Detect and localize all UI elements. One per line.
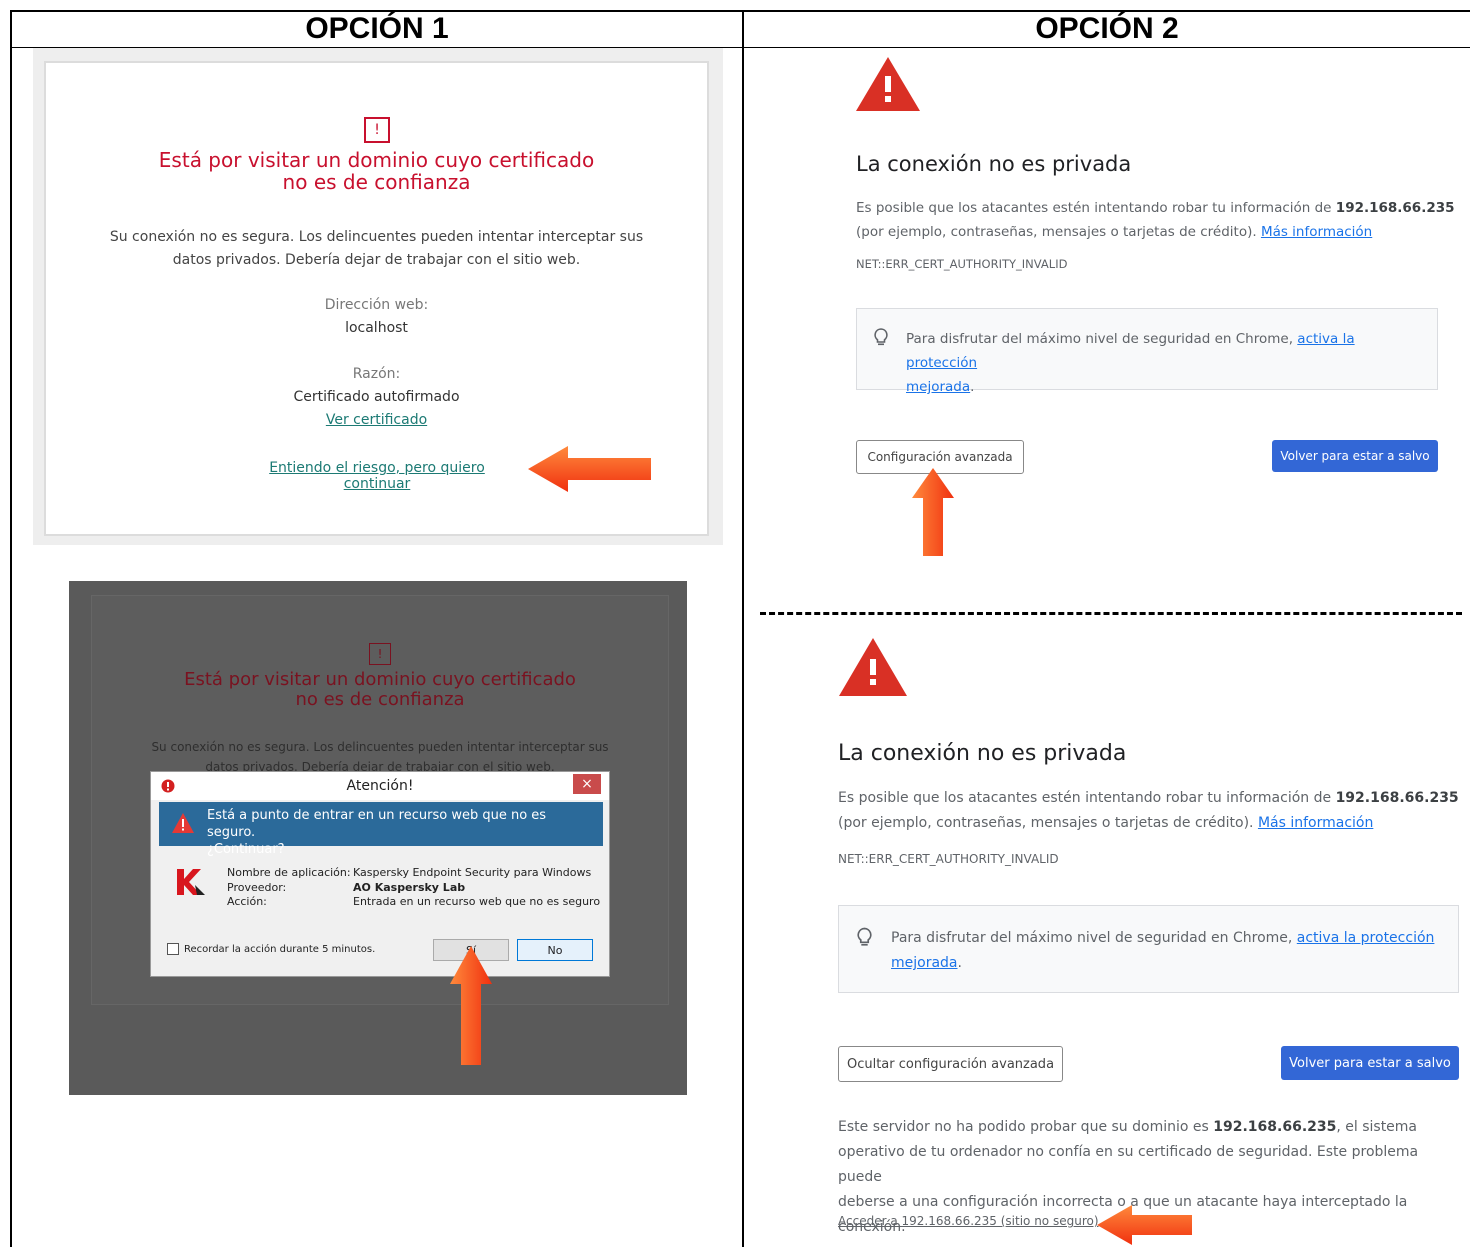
- detail-text: Este servidor no ha podido probar que su…: [838, 1119, 1214, 1135]
- error-code: NET::ERR_CERT_AUTHORITY_INVALID: [856, 257, 1068, 271]
- enhanced-protection-link-2[interactable]: mejorada: [891, 955, 958, 971]
- dialog-info-values: Kaspersky Endpoint Security para Windows…: [353, 866, 603, 910]
- body-text-2: (por ejemplo, contraseñas, mensajes o ta…: [856, 224, 1261, 240]
- detail-text-end: , el sistema: [1336, 1119, 1418, 1135]
- provider-value: AO Kaspersky Lab: [353, 880, 466, 894]
- detail-host: 192.168.66.235: [1213, 1119, 1337, 1135]
- proceed-unsafe-link[interactable]: Acceder a 192.168.66.235 (sitio no segur…: [838, 1214, 1099, 1228]
- kaspersky-title-line1: Está por visitar un dominio cuyo certifi…: [158, 148, 595, 172]
- enhanced-protection-text: Para disfrutar del máximo nivel de segur…: [891, 926, 1451, 976]
- body-text: Es posible que los atacantes estén inten…: [856, 200, 1336, 216]
- continue-anyway-link[interactable]: Entiendo el riesgo, pero quiero continua…: [236, 460, 518, 492]
- app-name-value: Kaspersky Endpoint Security para Windows: [353, 866, 592, 879]
- body-text-2: (por ejemplo, contraseñas, mensajes o ta…: [838, 815, 1258, 831]
- exclamation-icon: !: [364, 117, 390, 143]
- option2-header: OPCIÓN 2: [1035, 12, 1179, 45]
- web-address-value: localhost: [345, 320, 408, 336]
- tip-end: .: [957, 955, 962, 971]
- dimmed-title-line1: Está por visitar un dominio cuyo certifi…: [184, 669, 576, 690]
- no-button[interactable]: No: [517, 939, 593, 961]
- dialog-title: Atención!: [346, 778, 414, 794]
- frame-middle: [742, 10, 744, 1247]
- dialog-banner-line1: Está a punto de entrar en un recurso web…: [207, 808, 547, 840]
- back-to-safety-button[interactable]: Volver para estar a salvo: [1272, 440, 1438, 472]
- dialog-warning-banner: Está a punto de entrar en un recurso web…: [159, 802, 603, 857]
- reason-label: Razón:: [352, 366, 401, 382]
- enhanced-protection-text: Para disfrutar del máximo nivel de segur…: [906, 327, 1426, 399]
- lightbulb-icon: [857, 927, 872, 946]
- warning-triangle-icon: [839, 638, 907, 696]
- reason-value: Certificado autofirmado: [293, 389, 460, 405]
- dimmed-body-line1: Su conexión no es segura. Los delincuent…: [151, 740, 609, 754]
- section-divider: [760, 612, 1462, 615]
- arrow-up-icon: [450, 946, 492, 1065]
- enhanced-protection-link[interactable]: activa la protección: [1297, 930, 1435, 946]
- body-text: Es posible que los atacantes estén inten…: [838, 790, 1336, 806]
- remember-label: Recordar la acción durante 5 minutos.: [184, 944, 376, 955]
- warning-triangle-icon: [172, 813, 194, 833]
- page-title: La conexión no es privada: [838, 741, 1127, 766]
- app-name-label: Nombre de aplicación:: [227, 866, 351, 879]
- kaspersky-body-line1: Su conexión no es segura. Los delincuent…: [109, 229, 644, 245]
- back-to-safety-button[interactable]: Volver para estar a salvo: [1281, 1046, 1459, 1080]
- exclamation-icon: !: [369, 643, 391, 665]
- warning-triangle-icon: [856, 57, 920, 111]
- tip-end: .: [970, 379, 975, 395]
- kaspersky-body-line2: datos privados. Debería dejar de trabaja…: [172, 252, 581, 268]
- detail-line2: operativo de tu ordenador no confía en s…: [838, 1144, 1419, 1185]
- dialog-close-button[interactable]: ×: [573, 774, 601, 794]
- view-certificate-link[interactable]: Ver certificado: [44, 412, 709, 428]
- more-info-link[interactable]: Más información: [1261, 224, 1372, 240]
- action-label: Acción:: [227, 895, 267, 908]
- option1-header: OPCIÓN 1: [305, 12, 449, 45]
- error-code: NET::ERR_CERT_AUTHORITY_INVALID: [838, 852, 1059, 866]
- dimmed-title-line2: no es de confianza: [295, 689, 465, 710]
- kaspersky-title-line2: no es de confianza: [282, 170, 471, 194]
- privacy-warning-text: Es posible que los atacantes estén inten…: [856, 196, 1456, 244]
- host-name: 192.168.66.235: [1335, 790, 1459, 806]
- arrow-up-icon: [912, 468, 954, 556]
- action-value: Entrada en un recurso web que no es segu…: [353, 895, 601, 908]
- dialog-info-labels: Nombre de aplicación: Proveedor: Acción:: [227, 866, 351, 910]
- web-address-label: Dirección web:: [324, 297, 429, 313]
- frame-left: [10, 10, 12, 1247]
- host-name: 192.168.66.235: [1335, 200, 1455, 216]
- tip-text: Para disfrutar del máximo nivel de segur…: [906, 331, 1298, 347]
- arrow-left-icon: [528, 446, 651, 492]
- provider-label: Proveedor:: [227, 880, 287, 894]
- dimmed-body-line2: datos privados. Debería dejar de trabaja…: [205, 760, 555, 771]
- privacy-warning-text: Es posible que los atacantes estén inten…: [838, 786, 1463, 836]
- kaspersky-logo-icon: [177, 869, 205, 895]
- lightbulb-icon: [874, 328, 888, 346]
- enhanced-protection-link-2[interactable]: mejorada: [906, 379, 970, 395]
- dialog-banner-text: Está a punto de entrar en un recurso web…: [207, 807, 597, 858]
- remember-checkbox[interactable]: [167, 943, 179, 955]
- tip-text: Para disfrutar del máximo nivel de segur…: [891, 930, 1297, 946]
- arrow-left-icon: [1097, 1205, 1192, 1245]
- kaspersky-alert-dialog: Atención! × Está a punto de entrar en un…: [150, 771, 610, 977]
- dialog-banner-line2: ¿Continuar?: [207, 842, 285, 857]
- page-title: La conexión no es privada: [856, 152, 1132, 176]
- hide-advanced-button[interactable]: Ocultar configuración avanzada: [838, 1046, 1063, 1082]
- more-info-link[interactable]: Más información: [1258, 815, 1373, 831]
